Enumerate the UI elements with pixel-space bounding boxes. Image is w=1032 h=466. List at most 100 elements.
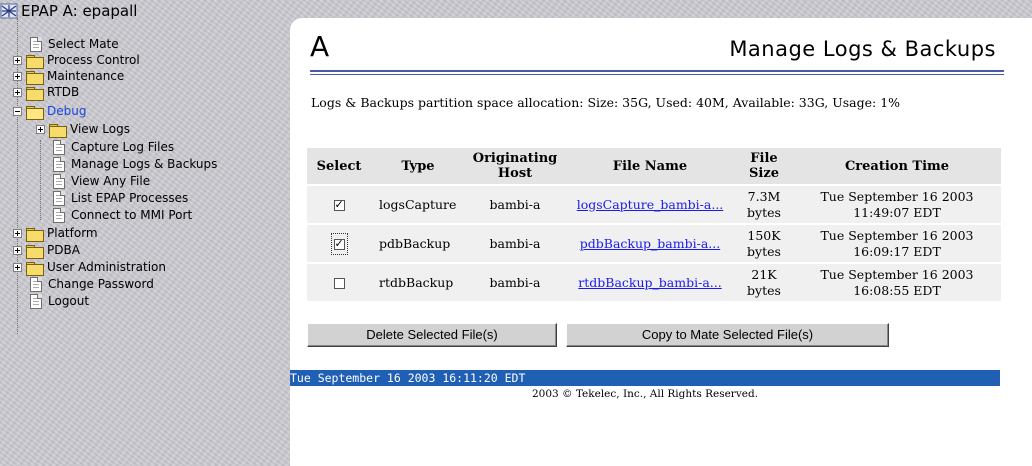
row-select-checkbox[interactable] — [333, 236, 345, 252]
tree-item-label: Connect to MMI Port — [71, 208, 193, 222]
tree-root[interactable]: EPAP A: epapall — [0, 2, 137, 20]
partition-space-info: Logs & Backups partition space allocatio… — [311, 95, 901, 110]
tree-item-label: Platform — [47, 226, 98, 240]
collapse-icon[interactable] — [13, 107, 22, 116]
copy-to-mate-button[interactable]: Copy to Mate Selected File(s) — [566, 323, 889, 347]
tree-item-rtdb[interactable]: RTDB — [13, 85, 80, 101]
expand-icon[interactable] — [36, 125, 45, 134]
folder-icon — [26, 227, 44, 242]
select-cell — [307, 186, 371, 225]
tree-item-label: Change Password — [48, 277, 154, 291]
file-name-cell: logsCapture_bambi-a... — [565, 186, 735, 225]
tree-item-manage-logs-backups[interactable]: Manage Logs & Backups — [53, 157, 217, 172]
expand-icon[interactable] — [13, 263, 22, 272]
creation-time-cell: Tue September 16 2003 16:08:55 EDT — [793, 264, 1001, 303]
tree-item-pdba[interactable]: PDBA — [13, 243, 80, 259]
document-icon — [53, 157, 65, 172]
tree-item-label: Select Mate — [48, 37, 119, 51]
table-row: rtdbBackup bambi-a rtdbBackup_bambi-a...… — [307, 264, 1001, 303]
logs-backups-table: Select Type Originating Host File Name F… — [307, 148, 1001, 303]
column-header-file-name: File Name — [565, 148, 735, 186]
tree-item-label: Process Control — [47, 53, 140, 67]
type-cell: pdbBackup — [371, 225, 465, 264]
column-header-file-size: File Size — [735, 148, 793, 186]
creation-time-cell: Tue September 16 2003 16:09:17 EDT — [793, 225, 1001, 264]
tree-item-logout[interactable]: Logout — [30, 294, 89, 309]
table-row: logsCapture bambi-a logsCapture_bambi-a.… — [307, 186, 1001, 225]
tree-item-view-any-file[interactable]: View Any File — [53, 174, 150, 189]
tree-connector-line — [40, 140, 41, 220]
tree-item-list-epap-processes[interactable]: List EPAP Processes — [53, 191, 188, 206]
navigation-tree: EPAP A: epapall Select Mate Process Cont… — [0, 0, 290, 466]
tree-item-label: View Any File — [71, 174, 151, 188]
file-name-cell: rtdbBackup_bambi-a... — [565, 264, 735, 303]
document-icon — [30, 37, 42, 52]
document-icon — [53, 208, 65, 223]
tree-item-label: RTDB — [47, 85, 80, 99]
host-cell: bambi-a — [465, 186, 565, 225]
tree-item-process-control[interactable]: Process Control — [13, 53, 140, 69]
tree-item-capture-log-files[interactable]: Capture Log Files — [53, 140, 174, 155]
select-cell — [307, 264, 371, 303]
page-title: Manage Logs & Backups — [729, 37, 996, 61]
file-link[interactable]: pdbBackup_bambi-a... — [580, 236, 720, 251]
file-size-cell: 7.3M bytes — [735, 186, 793, 225]
host-cell: bambi-a — [465, 264, 565, 303]
expand-icon[interactable] — [13, 246, 22, 255]
network-icon — [0, 3, 18, 19]
document-icon — [53, 191, 65, 206]
expand-icon[interactable] — [13, 56, 22, 65]
row-select-checkbox[interactable] — [333, 197, 345, 213]
tree-item-label: Logout — [48, 294, 90, 308]
select-cell — [307, 225, 371, 264]
tree-item-label: Manage Logs & Backups — [71, 157, 218, 171]
tree-item-label: Debug — [47, 104, 87, 118]
tree-item-label: Capture Log Files — [71, 140, 175, 154]
tree-item-user-administration[interactable]: User Administration — [13, 260, 166, 276]
tree-item-label: User Administration — [47, 260, 166, 274]
column-header-originating-host: Originating Host — [465, 148, 565, 186]
title-divider — [310, 70, 1004, 72]
tree-item-change-password[interactable]: Change Password — [30, 277, 154, 292]
document-icon — [53, 174, 65, 189]
table-header-row: Select Type Originating Host File Name F… — [307, 148, 1001, 186]
tree-item-maintenance[interactable]: Maintenance — [13, 69, 125, 85]
main-content-panel: A Manage Logs & Backups Logs & Backups p… — [290, 18, 1032, 466]
file-name-cell: pdbBackup_bambi-a... — [565, 225, 735, 264]
delete-selected-files-button[interactable]: Delete Selected File(s) — [307, 323, 557, 347]
expand-icon[interactable] — [13, 72, 22, 81]
expand-icon[interactable] — [13, 88, 22, 97]
tree-item-label: View Logs — [70, 122, 130, 136]
file-size-cell: 150K bytes — [735, 225, 793, 264]
type-cell: rtdbBackup — [371, 264, 465, 303]
status-timestamp-bar: Tue September 16 2003 16:11:20 EDT — [290, 370, 1000, 386]
tree-item-label: Maintenance — [47, 69, 125, 83]
tree-item-debug[interactable]: Debug — [13, 104, 87, 120]
folder-icon — [26, 261, 44, 276]
column-header-creation-time: Creation Time — [793, 148, 1001, 186]
document-icon — [53, 140, 65, 155]
file-link[interactable]: rtdbBackup_bambi-a... — [578, 275, 721, 290]
tree-item-platform[interactable]: Platform — [13, 226, 98, 242]
tree-item-label: List EPAP Processes — [71, 191, 189, 205]
file-link[interactable]: logsCapture_bambi-a... — [577, 197, 724, 212]
tree-item-view-logs[interactable]: View Logs — [36, 122, 130, 138]
copyright-notice: 2003 © Tekelec, Inc., All Rights Reserve… — [531, 388, 759, 400]
server-letter: A — [310, 30, 330, 63]
row-select-checkbox[interactable] — [333, 277, 345, 289]
title-divider — [310, 74, 1004, 75]
creation-time-cell: Tue September 16 2003 11:49:07 EDT — [793, 186, 1001, 225]
folder-icon — [26, 86, 44, 101]
folder-icon — [26, 70, 44, 85]
type-cell: logsCapture — [371, 186, 465, 225]
column-header-type: Type — [371, 148, 465, 186]
file-size-cell: 21K bytes — [735, 264, 793, 303]
table-row: pdbBackup bambi-a pdbBackup_bambi-a... 1… — [307, 225, 1001, 264]
document-icon — [30, 294, 42, 309]
tree-item-connect-to-mmi-port[interactable]: Connect to MMI Port — [53, 208, 192, 223]
expand-icon[interactable] — [13, 229, 22, 238]
tree-item-select-mate[interactable]: Select Mate — [30, 37, 119, 52]
host-cell: bambi-a — [465, 225, 565, 264]
tree-item-label: PDBA — [47, 243, 80, 257]
tree-root-label: EPAP A: epapall — [21, 1, 138, 20]
